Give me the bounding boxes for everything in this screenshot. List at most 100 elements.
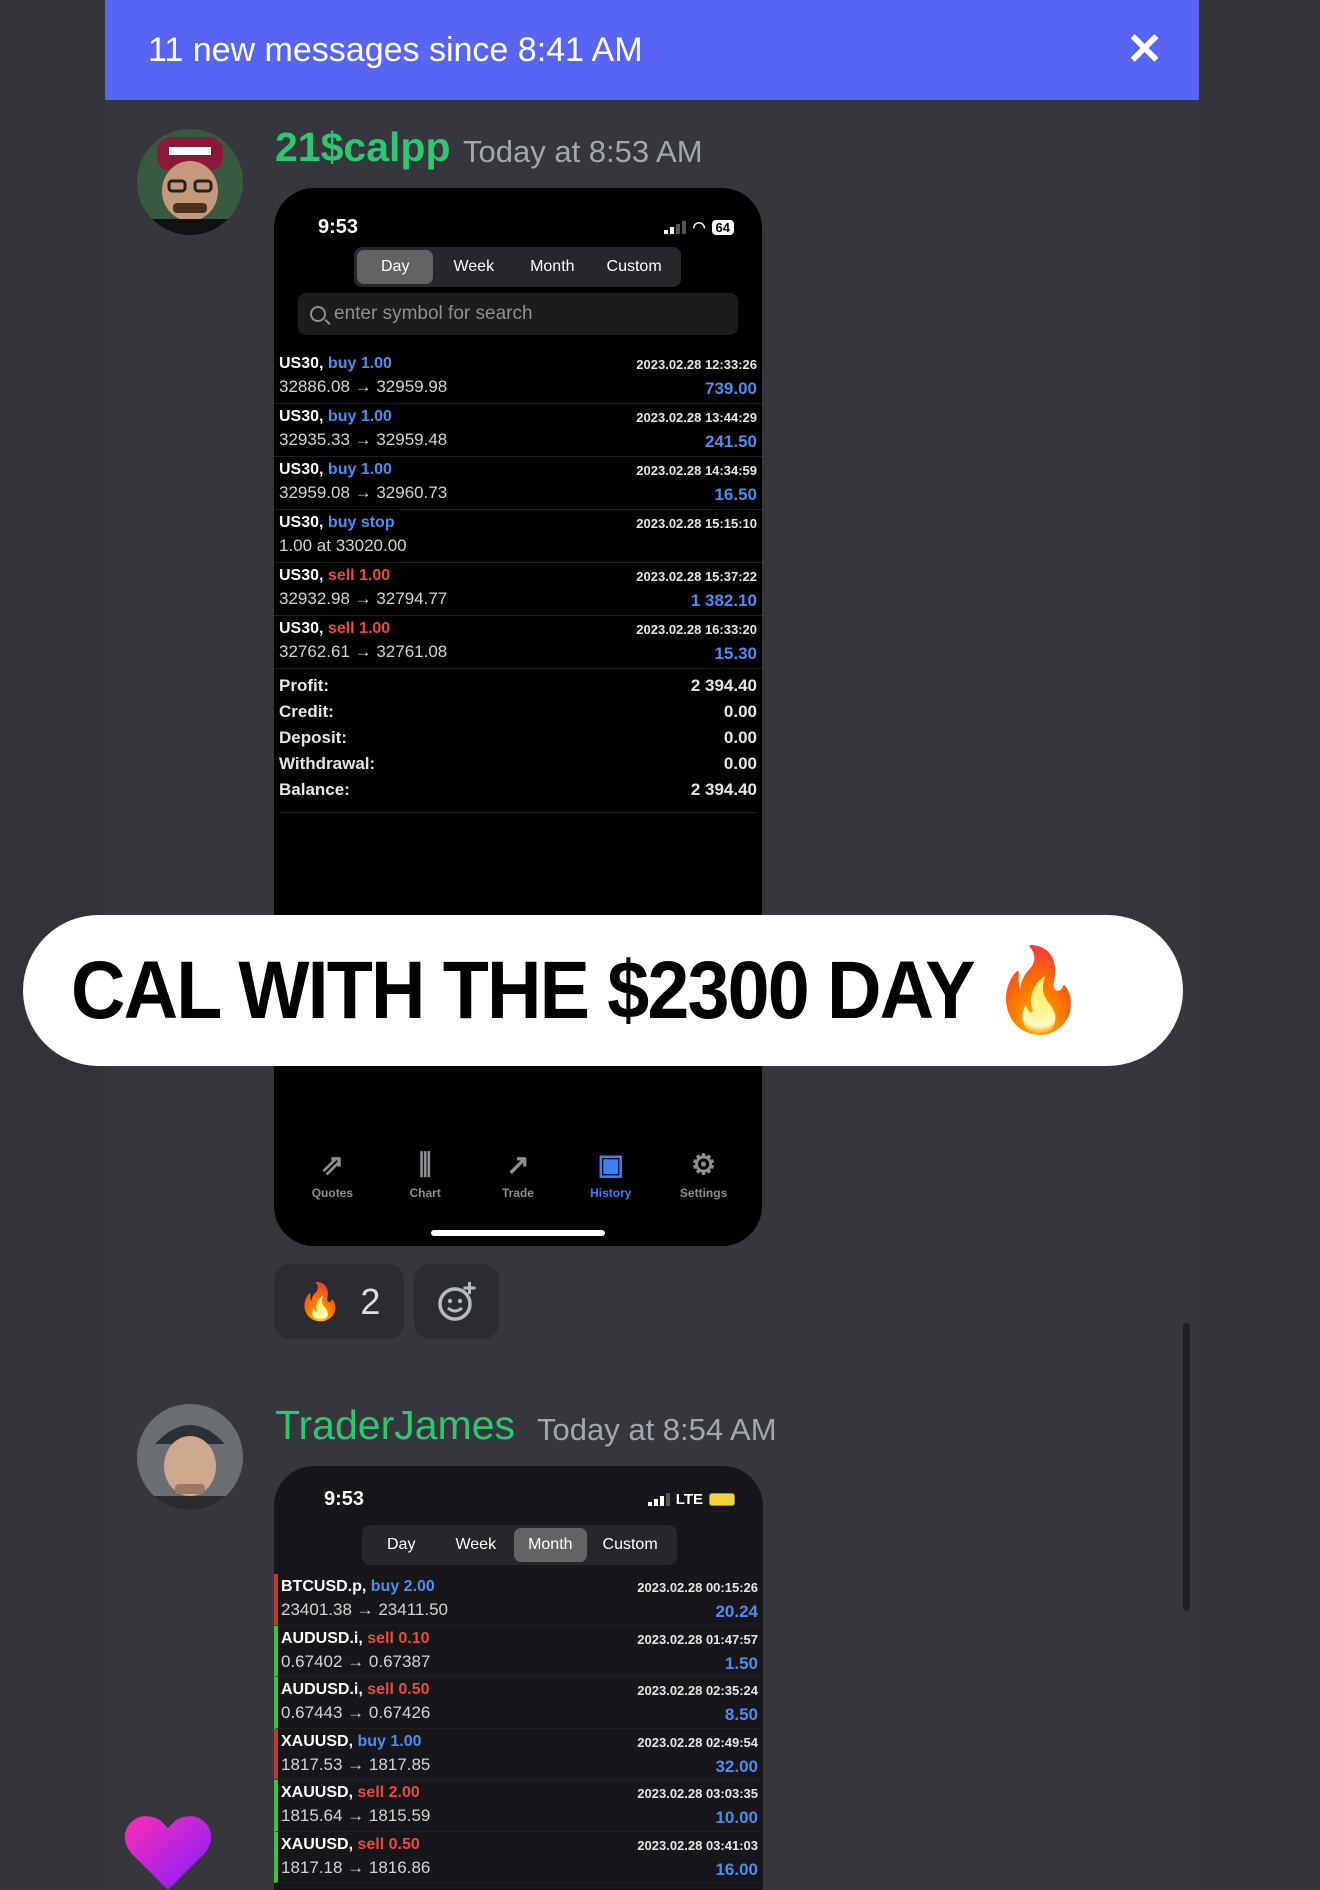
trade-symbol: XAUUSD, [281,1835,354,1853]
trade-time: 2023.02.28 15:15:10 [636,516,757,531]
trade-profit: 20.24 [715,1602,758,1621]
trade-time: 2023.02.28 01:47:57 [637,1631,758,1647]
add-reaction-icon [437,1281,475,1321]
symbol-search[interactable]: enter symbol for search [298,293,738,335]
tab-label: Settings [679,1186,728,1200]
trade-symbol: BTCUSD.p, [281,1578,367,1595]
tab-week[interactable]: Week [437,1528,514,1562]
trade-action: buy 1.00 [357,1732,422,1750]
trade-symbol: US30, [279,461,324,478]
trade-prices: 32932.98 → 32794.77 [279,589,448,608]
summary-value: 0.00 [723,754,757,773]
phone-time: 9:53 [318,215,359,238]
trade-row[interactable]: BTCUSD.p, buy 2.00 23401.38 → 23411.50 202… [274,1574,763,1626]
summary-value: 0.00 [723,702,757,721]
trade-action: buy 2.00 [370,1578,435,1595]
trade-profit: 1 382.10 [690,591,757,610]
tab-settings[interactable]: ⚙ Settings [669,1148,739,1200]
trade-row[interactable]: AUDUSD.i, sell 0.50 0.67443 → 0.67426 2023… [274,1677,763,1729]
history-icon: ▣ [597,1149,625,1180]
close-icon[interactable]: ✕ [1126,28,1163,72]
trade-prices: 1817.18 → 1816.86 [281,1857,431,1877]
trade-profit: 16.00 [715,1859,758,1879]
trade-list: BTCUSD.p, buy 2.00 23401.38 → 23411.50 202… [274,1574,763,1883]
caption-banner: CAL WITH THE $2300 DAY 🔥 [23,915,1183,1066]
scrollbar[interactable] [1183,1323,1190,1611]
trade-row[interactable]: XAUUSD, buy 1.00 1817.53 → 1817.85 2023.02… [274,1728,763,1780]
search-placeholder: enter symbol for search [334,303,533,324]
new-messages-text: 11 new messages since 8:41 AM [148,30,643,69]
tab-quotes[interactable]: ⇗ Quotes [297,1148,367,1200]
trade-row[interactable]: AUDUSD.i, sell 0.10 0.67402 → 0.67387 2023… [274,1625,763,1677]
home-indicator [431,1230,605,1236]
trade-time: 2023.02.28 15:37:22 [636,569,757,584]
trade-symbol: AUDUSD.i, [281,1629,363,1647]
trade-profit: 32.00 [715,1756,758,1776]
attachment-image[interactable]: 9:53 LTE Day Week Month Custom BTCUSD.p,… [274,1466,763,1890]
tab-custom[interactable]: Custom [591,250,678,284]
trade-profit: 1.50 [724,1653,758,1673]
tab-day[interactable]: Day [365,1528,437,1562]
trade-row[interactable]: US30, sell 1.00 32932.98 → 32794.77 2023.0… [274,563,762,616]
fire-emoji-icon: 🔥 [297,1280,343,1322]
trade-row[interactable]: US30, buy stop 1.00 at 33020.00 2023.02.28… [274,510,762,563]
trade-profit: 8.50 [724,1705,758,1724]
chart-icon: ⫼ [418,1149,432,1180]
tab-history[interactable]: ▣ History [576,1148,646,1200]
trade-time: 2023.02.28 13:44:29 [636,410,757,425]
summary-label: Deposit: [279,728,347,747]
account-summary: Profit: 2 394.40 Credit: 0.00 Deposit: 0.00 Wi… [279,676,757,813]
tab-day[interactable]: Day [357,250,434,284]
trade-symbol: US30, [279,567,324,584]
trade-prices: 1.00 at 33020.00 [279,536,407,555]
trade-action: buy stop [327,514,395,531]
trade-time: 2023.02.28 03:41:03 [637,1837,758,1853]
trade-time: 2023.02.28 03:03:35 [637,1786,758,1801]
summary-row: Credit: 0.00 [279,702,757,728]
trade-action: sell 0.50 [367,1681,430,1698]
trade-action: buy 1.00 [327,355,392,372]
tab-trade[interactable]: ↗ Trade [483,1148,553,1200]
trade-row[interactable]: US30, sell 1.00 32762.61 → 32761.08 2023.0… [274,616,762,669]
tab-chart[interactable]: ⫼ Chart [390,1148,460,1200]
battery-icon: 64 [711,219,734,235]
attachment-image[interactable]: 9:53 ◠ 64 Day Week Month Custom enter sy… [274,188,762,1246]
trade-symbol: AUDUSD.i, [281,1681,363,1698]
summary-label: Credit: [279,702,334,721]
avatar[interactable] [137,129,243,235]
trade-row[interactable]: US30, buy 1.00 32959.08 → 32960.73 2023.02… [274,457,762,510]
tab-custom[interactable]: Custom [587,1528,674,1562]
network-label: LTE [675,1490,703,1508]
search-icon [310,306,326,322]
wifi-icon: ◠ [692,219,706,236]
trade-symbol: XAUUSD, [281,1784,354,1801]
trade-row[interactable]: US30, buy 1.00 32935.33 → 32959.48 2023.02… [274,404,762,457]
reaction-count: 2 [360,1280,381,1322]
trade-symbol: US30, [279,620,324,637]
reaction-fire[interactable]: 🔥 2 [274,1264,404,1339]
trade-profit: 241.50 [705,432,757,451]
tab-month[interactable]: Month [514,1528,587,1562]
trade-row[interactable]: XAUUSD, sell 2.00 1815.64 → 1815.59 2023.0… [274,1780,763,1832]
trade-symbol: US30, [279,408,324,425]
caption-text: CAL WITH THE $2300 DAY 🔥 [71,944,1085,1036]
new-messages-bar[interactable]: 11 new messages since 8:41 AM ✕ [105,0,1199,100]
avatar[interactable] [137,1404,243,1510]
trade-action: buy 1.00 [327,408,392,425]
author-name[interactable]: TraderJames [275,1402,515,1449]
trade-profit: 16.50 [714,485,757,504]
tab-week[interactable]: Week [433,250,514,284]
trade-action: sell 0.10 [367,1629,430,1647]
phone-status-bar: 9:53 LTE [324,1484,735,1514]
trade-time: 2023.02.28 02:49:54 [637,1734,758,1750]
trade-prices: 23401.38 → 23411.50 [281,1600,448,1619]
trade-prices: 32935.33 → 32959.48 [279,430,448,449]
summary-row: Profit: 2 394.40 [279,676,757,702]
heart-sticker-icon [124,1816,212,1890]
tab-month[interactable]: Month [514,250,590,284]
author-name[interactable]: 21$calpp [275,124,451,171]
trade-row[interactable]: US30, buy 1.00 32886.08 → 32959.98 2023.02… [274,351,762,404]
trade-row[interactable]: XAUUSD, sell 0.50 1817.18 → 1816.86 2023.0… [274,1831,763,1883]
add-reaction-button[interactable] [414,1264,499,1339]
trade-symbol: XAUUSD, [281,1732,354,1750]
